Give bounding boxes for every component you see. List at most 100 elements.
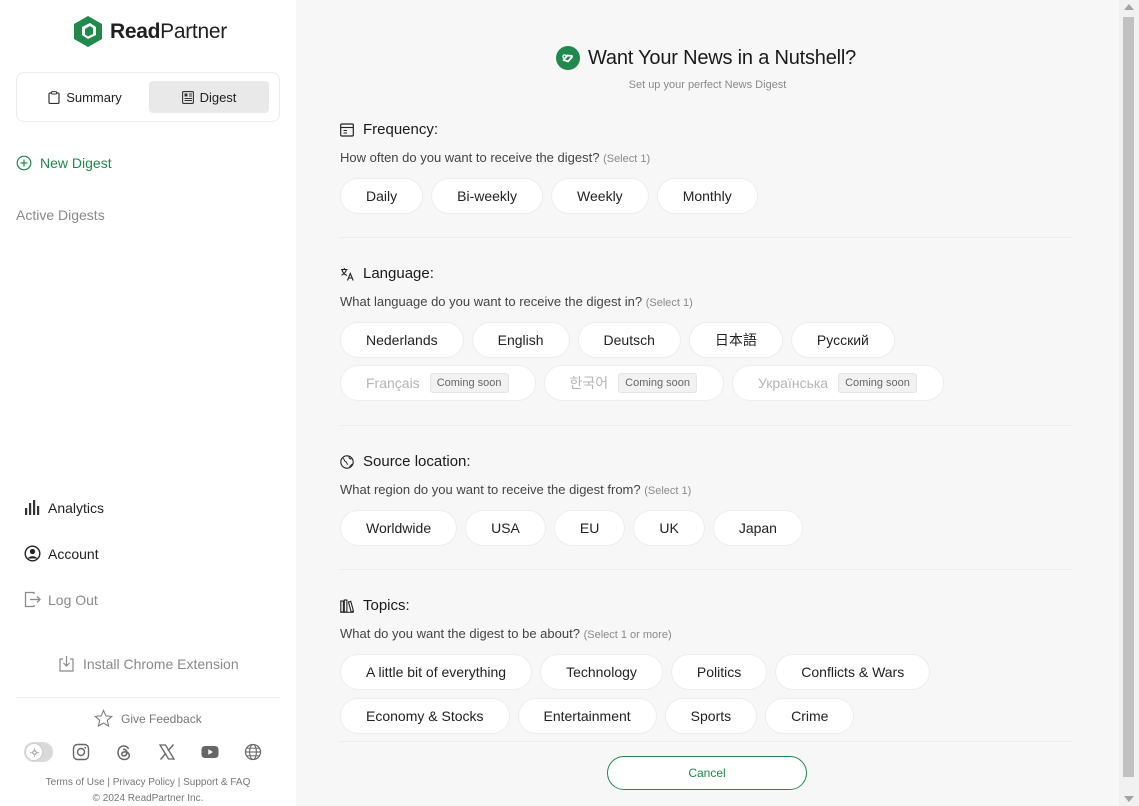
option-technology[interactable]: Technology: [540, 654, 663, 690]
brand-logo[interactable]: ReadPartner: [72, 15, 227, 48]
option-worldwide[interactable]: Worldwide: [340, 510, 458, 546]
option-russian[interactable]: Русский: [790, 322, 895, 358]
frequency-question: How often do you want to receive the dig…: [340, 150, 651, 165]
scroll-down-arrow-icon[interactable]: [1124, 796, 1134, 802]
sun-icon: [25, 743, 43, 761]
option-nederlands[interactable]: Nederlands: [340, 322, 464, 358]
option-monthly[interactable]: Monthly: [656, 178, 758, 214]
bar-chart-icon: [25, 500, 40, 515]
coming-soon-badge: Coming soon: [838, 373, 917, 393]
nav-analytics[interactable]: Analytics: [24, 499, 104, 516]
copyright: © 2024 ReadPartner Inc.: [92, 793, 204, 804]
location-heading: Source location:: [340, 453, 1072, 470]
option-weekly[interactable]: Weekly: [551, 178, 649, 214]
give-feedback-button[interactable]: Give Feedback: [94, 709, 202, 728]
option-francais: Français Coming soon: [340, 365, 536, 401]
frequency-section: Frequency: How often do you want to rece…: [340, 121, 1072, 238]
summary-tab[interactable]: Summary: [25, 81, 145, 113]
social-links: [24, 742, 286, 762]
topics-title: Topics:: [363, 597, 410, 614]
location-title: Source location:: [363, 453, 471, 470]
sidebar: ReadPartner Summary Digest New Digest Ac…: [0, 0, 296, 806]
nav-account-label: Account: [48, 545, 99, 562]
nav-logout-label: Log Out: [48, 591, 98, 608]
language-heading: Language:: [340, 265, 1072, 282]
page-scrollbar[interactable]: [1119, 0, 1139, 806]
option-entertainment[interactable]: Entertainment: [517, 698, 657, 734]
option-eu[interactable]: EU: [553, 510, 626, 546]
cancel-button[interactable]: Cancel: [607, 756, 807, 790]
section-divider: [340, 741, 1072, 742]
option-daily[interactable]: Daily: [340, 178, 424, 214]
option-usa[interactable]: USA: [465, 510, 546, 546]
option-japanese[interactable]: 日本語: [688, 322, 783, 358]
new-digest-button[interactable]: New Digest: [16, 155, 112, 171]
frequency-options: Daily Bi-weekly Weekly Monthly: [340, 178, 758, 214]
nav-analytics-label: Analytics: [48, 499, 105, 516]
option-uk[interactable]: UK: [633, 510, 705, 546]
threads-icon[interactable]: [114, 743, 133, 762]
option-sports[interactable]: Sports: [664, 698, 758, 734]
option-korean: 한국어 Coming soon: [543, 365, 724, 401]
brand-name: ReadPartner: [110, 19, 227, 43]
globe-icon: [340, 454, 354, 469]
hero-subtitle: Set up your perfect News Digest: [628, 79, 787, 91]
instagram-icon[interactable]: [71, 743, 90, 762]
plus-circle-icon: [16, 155, 32, 171]
new-digest-label: New Digest: [40, 155, 112, 171]
topics-heading: Topics:: [340, 597, 1072, 614]
option-economy-stocks[interactable]: Economy & Stocks: [340, 698, 510, 734]
topics-options-row1: A little bit of everything Technology Po…: [340, 654, 931, 690]
topics-section: Topics: What do you want the digest to b…: [340, 597, 1072, 742]
topics-question: What do you want the digest to be about?…: [340, 626, 672, 641]
install-extension-label: Install Chrome Extension: [83, 655, 239, 672]
language-options: Nederlands English Deutsch 日本語 Русский: [340, 322, 895, 358]
language-question: What language do you want to receive the…: [340, 294, 693, 309]
nav-account[interactable]: Account: [24, 545, 99, 562]
option-conflicts-wars[interactable]: Conflicts & Wars: [775, 654, 931, 690]
digest-tab[interactable]: Digest: [149, 81, 269, 113]
give-feedback-label: Give Feedback: [121, 711, 202, 726]
option-japan[interactable]: Japan: [712, 510, 803, 546]
sidebar-divider: [16, 697, 280, 698]
install-extension-button[interactable]: Install Chrome Extension: [58, 655, 239, 672]
option-politics[interactable]: Politics: [670, 654, 768, 690]
section-divider: [340, 425, 1072, 426]
globe-icon[interactable]: [243, 743, 262, 762]
scroll-up-arrow-icon[interactable]: [1124, 4, 1134, 10]
location-options: Worldwide USA EU UK Japan: [340, 510, 803, 546]
clipboard-icon: [48, 90, 60, 104]
scrollbar-thumb[interactable]: [1123, 17, 1134, 777]
topics-hint: (Select 1 or more): [583, 629, 672, 641]
option-english[interactable]: English: [471, 322, 570, 358]
hero-title: Want Your News in a Nutshell?: [588, 46, 857, 69]
coming-soon-badge: Coming soon: [618, 373, 697, 393]
option-bi-weekly[interactable]: Bi-weekly: [431, 178, 544, 214]
theme-toggle[interactable]: [24, 742, 53, 762]
digest-tab-label: Digest: [199, 89, 237, 105]
x-icon[interactable]: [157, 743, 176, 762]
frequency-hint: (Select 1): [603, 153, 651, 165]
active-digests-heading: Active Digests: [16, 207, 105, 223]
calendar-icon: [340, 122, 354, 137]
download-icon: [59, 656, 74, 672]
summary-tab-label: Summary: [66, 89, 122, 105]
youtube-icon[interactable]: [200, 743, 219, 762]
user-circle-icon: [24, 545, 41, 562]
language-section: Language: What language do you want to r…: [340, 265, 1072, 426]
language-hint: (Select 1): [645, 297, 693, 309]
newspaper-icon: [181, 90, 194, 104]
option-crime[interactable]: Crime: [765, 698, 855, 734]
hero-header: Want Your News in a Nutshell?: [556, 46, 856, 70]
location-hint: (Select 1): [644, 485, 692, 497]
option-everything[interactable]: A little bit of everything: [340, 654, 533, 690]
mode-switch: Summary Digest: [16, 72, 280, 122]
location-question: What region do you want to receive the d…: [340, 482, 692, 497]
legal-links[interactable]: Terms of Use | Privacy Policy | Support …: [0, 777, 296, 788]
option-deutsch[interactable]: Deutsch: [577, 322, 681, 358]
location-section: Source location: What region do you want…: [340, 453, 1072, 570]
section-divider: [340, 569, 1072, 570]
readpartner-badge-icon: [556, 46, 580, 70]
frequency-heading: Frequency:: [340, 121, 1072, 138]
nav-logout[interactable]: Log Out: [24, 591, 98, 608]
